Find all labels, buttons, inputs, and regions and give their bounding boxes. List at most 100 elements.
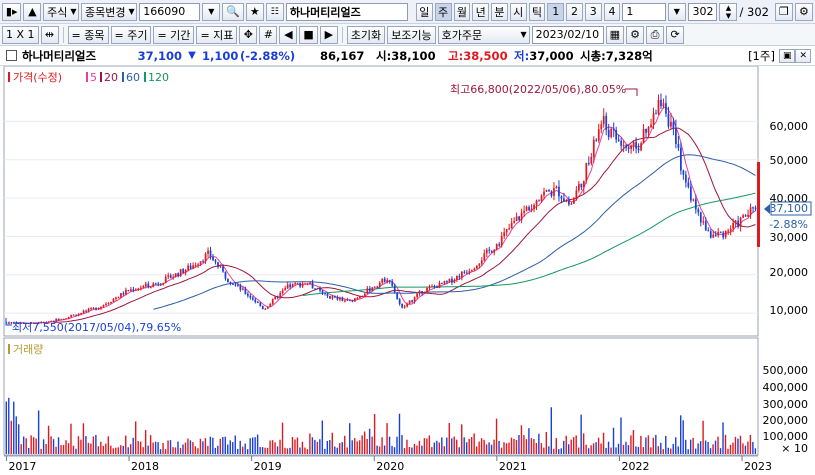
candle-body bbox=[251, 297, 254, 300]
volume-bar bbox=[137, 441, 139, 454]
candle-body bbox=[406, 303, 409, 307]
chart-settings-button[interactable]: ⚙ bbox=[626, 25, 645, 44]
candle-body bbox=[398, 299, 401, 304]
candle-body bbox=[319, 288, 321, 291]
interval-4[interactable]: 4 bbox=[603, 2, 621, 21]
memo-button[interactable]: ☷ bbox=[265, 2, 284, 21]
compare-icon: ⇹ bbox=[44, 28, 55, 41]
grid-button[interactable]: # bbox=[259, 25, 278, 44]
settings-button[interactable]: ⚙ bbox=[794, 2, 813, 21]
volume-bar bbox=[640, 435, 642, 454]
year-label: 2022 bbox=[621, 460, 649, 473]
volume-legend-label: 거래량 bbox=[13, 343, 43, 356]
candle-body bbox=[411, 300, 413, 302]
candle-body bbox=[475, 265, 478, 269]
volume-bar bbox=[451, 438, 453, 454]
restore-window-button[interactable]: ❐ bbox=[774, 2, 793, 21]
volume-bar bbox=[314, 439, 316, 454]
period-year[interactable]: 년 bbox=[472, 2, 490, 21]
count-spinner[interactable]: ▲ ▼ bbox=[719, 2, 738, 21]
interval-dropdown-button[interactable]: ▼ bbox=[667, 2, 686, 21]
interval-1[interactable]: 1 bbox=[547, 2, 565, 21]
volume-bar bbox=[699, 441, 702, 454]
stock-chart[interactable]: 가격(수정) 5 20 60 120 최고66,800(2022/05/06),… bbox=[0, 65, 815, 475]
candle-body bbox=[749, 207, 752, 215]
volume-bar bbox=[57, 437, 60, 454]
code-dropdown-button[interactable]: ▼ bbox=[202, 2, 221, 21]
candle-body bbox=[259, 302, 262, 307]
window-menu-button[interactable]: ▮▸ bbox=[2, 2, 22, 21]
volume-bar bbox=[403, 448, 406, 454]
chart-area[interactable]: 가격(수정) 5 20 60 120 최고66,800(2022/05/06),… bbox=[0, 65, 815, 475]
assist-button[interactable]: 보조기능 bbox=[387, 25, 436, 44]
price-pane[interactable] bbox=[3, 65, 759, 337]
interval-2[interactable]: 2 bbox=[566, 2, 583, 21]
candle-body bbox=[500, 236, 503, 246]
volume-bar bbox=[349, 423, 351, 454]
candle-body bbox=[436, 286, 438, 289]
volume-bar bbox=[468, 439, 470, 454]
volume-bar bbox=[637, 446, 640, 454]
volume-bar bbox=[717, 436, 719, 454]
candle-body bbox=[580, 183, 583, 188]
compare-button[interactable]: ⇹ bbox=[40, 25, 59, 44]
volume-bar bbox=[714, 440, 717, 454]
calendar-button[interactable]: ▦ bbox=[605, 25, 625, 44]
volume-bar bbox=[488, 442, 490, 454]
reset-button[interactable]: 초기화 bbox=[346, 25, 386, 44]
volume-pane[interactable] bbox=[3, 337, 759, 456]
change-symbol-select[interactable]: 종목변경 ▼ bbox=[81, 2, 138, 21]
info-checkbox[interactable] bbox=[6, 50, 17, 61]
candle-body bbox=[408, 300, 411, 304]
stop-button[interactable]: ■ bbox=[299, 25, 318, 44]
caret-up-icon: ▲ bbox=[28, 5, 37, 18]
candle-body bbox=[560, 196, 563, 199]
candle-body bbox=[378, 282, 381, 287]
prev-button[interactable]: ◀ bbox=[279, 25, 298, 44]
volume-bar bbox=[329, 439, 331, 454]
interval-3[interactable]: 3 bbox=[584, 2, 602, 21]
interval-input[interactable]: 1 bbox=[622, 2, 666, 21]
search-button[interactable]: 🔍 bbox=[222, 2, 244, 21]
candle-body bbox=[416, 293, 418, 297]
symbol-code-input[interactable]: 166090 bbox=[139, 2, 201, 21]
period-week[interactable]: 주 bbox=[434, 2, 452, 21]
volume-bar bbox=[470, 437, 473, 454]
volume-bar bbox=[246, 449, 249, 454]
volume-bar bbox=[276, 446, 279, 454]
layout-scale-button[interactable]: 1 X 1 bbox=[2, 25, 39, 44]
candle-body bbox=[314, 288, 316, 290]
count-input[interactable]: 302 bbox=[687, 2, 718, 21]
volume-bar bbox=[107, 436, 110, 454]
scroll-up-button[interactable]: ▲ bbox=[23, 2, 42, 21]
year-label: 2020 bbox=[376, 460, 404, 473]
volume-bar bbox=[558, 449, 560, 454]
symbol-toggle[interactable]: = 종목 bbox=[67, 25, 109, 44]
candle-body bbox=[349, 299, 351, 301]
volume-bar bbox=[110, 445, 112, 454]
candle-body bbox=[207, 250, 209, 254]
period-month[interactable]: 월 bbox=[453, 2, 471, 21]
period-minute[interactable]: 분 bbox=[491, 2, 508, 21]
volume-bar bbox=[60, 445, 62, 454]
next-button[interactable]: ▶ bbox=[319, 25, 338, 44]
volume-bar bbox=[361, 435, 363, 454]
period-hour[interactable]: 시 bbox=[509, 2, 527, 21]
print-button[interactable]: ⎙ bbox=[646, 25, 665, 44]
favorite-button[interactable]: ★ bbox=[245, 2, 264, 21]
market-select[interactable]: 주식 ▼ bbox=[43, 2, 80, 21]
range-toggle[interactable]: = 기간 bbox=[153, 25, 195, 44]
move-button[interactable]: ✥ bbox=[239, 25, 258, 44]
date-input[interactable]: 2023/02/10 bbox=[531, 25, 604, 44]
volume-bar bbox=[40, 448, 42, 454]
candle-body bbox=[600, 124, 603, 130]
order-select[interactable]: 호가주문 ▼ bbox=[437, 25, 530, 44]
info-open: 시: 38,100 bbox=[376, 48, 436, 63]
pane-maximize-button[interactable]: ▣ bbox=[778, 48, 796, 63]
period-day[interactable]: 일 bbox=[415, 2, 433, 21]
pane-close-button[interactable]: ✕ bbox=[795, 48, 811, 63]
refresh-button[interactable]: ⟳ bbox=[666, 25, 685, 44]
period-tick[interactable]: 틱 bbox=[528, 2, 546, 21]
period-toggle[interactable]: = 주기 bbox=[110, 25, 152, 44]
indicator-toggle[interactable]: = 지표 bbox=[196, 25, 238, 44]
